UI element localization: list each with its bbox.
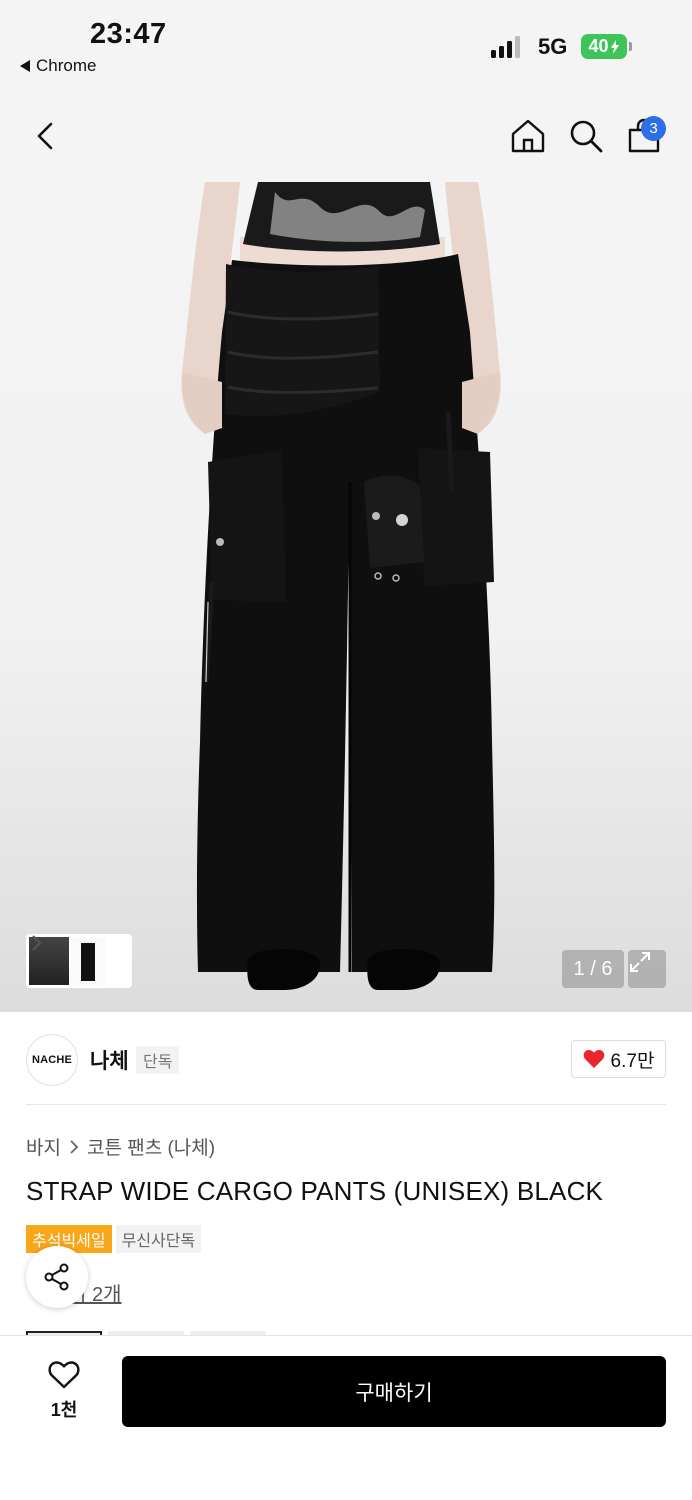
product-title: STRAP WIDE CARGO PANTS (UNISEX) BLACK — [26, 1176, 604, 1206]
battery-cap — [629, 42, 632, 51]
buy-button[interactable]: 구매하기 — [122, 1356, 666, 1427]
breadcrumb: 바지 코튼 팬츠 (나체) — [26, 1133, 215, 1160]
bottom-action-bar: 1천 구매하기 — [0, 1335, 692, 1500]
cart-count-badge: 3 — [641, 116, 666, 141]
product-photo — [181, 182, 501, 990]
breadcrumb-category[interactable]: 바지 — [26, 1133, 61, 1160]
exclusive-badge: 단독 — [136, 1046, 180, 1074]
divider — [26, 1104, 666, 1105]
product-image-gallery[interactable]: 1 / 6 — [0, 182, 692, 1012]
back-app-label: Chrome — [36, 56, 97, 75]
heart-outline-icon — [48, 1361, 80, 1389]
back-icon[interactable] — [24, 114, 68, 158]
status-time: 23:47 — [90, 18, 167, 50]
brand-like-button[interactable]: 6.7만 — [571, 1040, 666, 1078]
thumbnail-2[interactable] — [71, 937, 105, 985]
battery-level: 40 — [588, 36, 609, 56]
charging-icon — [610, 39, 619, 54]
brand-name[interactable]: 나체 — [90, 1045, 129, 1075]
brand-logo[interactable]: NACHE — [26, 1034, 78, 1086]
chevron-right-icon — [70, 1139, 79, 1154]
network-label: 5G — [538, 34, 568, 59]
thumbnail-strip[interactable] — [26, 934, 132, 988]
share-button[interactable] — [26, 1246, 88, 1308]
chevron-right-icon[interactable] — [30, 934, 42, 952]
heart-filled-icon — [583, 1050, 604, 1068]
share-icon — [44, 1263, 69, 1291]
back-triangle-icon — [20, 60, 30, 72]
exclusive-tag: 무신사단독 — [115, 1225, 202, 1253]
home-icon[interactable] — [506, 114, 550, 158]
image-counter: 1 / 6 — [562, 950, 624, 988]
wishlist-button[interactable]: 1천 — [36, 1360, 92, 1422]
breadcrumb-subcategory[interactable]: 코튼 팬츠 (나체) — [87, 1133, 215, 1160]
back-to-app-link[interactable]: Chrome — [20, 56, 96, 76]
wishlist-count: 1천 — [50, 1400, 78, 1420]
battery-icon: 40 — [581, 34, 627, 59]
expand-icon[interactable] — [628, 950, 666, 988]
search-icon[interactable] — [564, 114, 608, 158]
top-nav — [0, 90, 692, 182]
brand-like-count: 6.7만 — [610, 1050, 655, 1072]
status-bar: 23:47 Chrome 5G 40 — [0, 0, 692, 90]
signal-icon — [491, 36, 520, 58]
